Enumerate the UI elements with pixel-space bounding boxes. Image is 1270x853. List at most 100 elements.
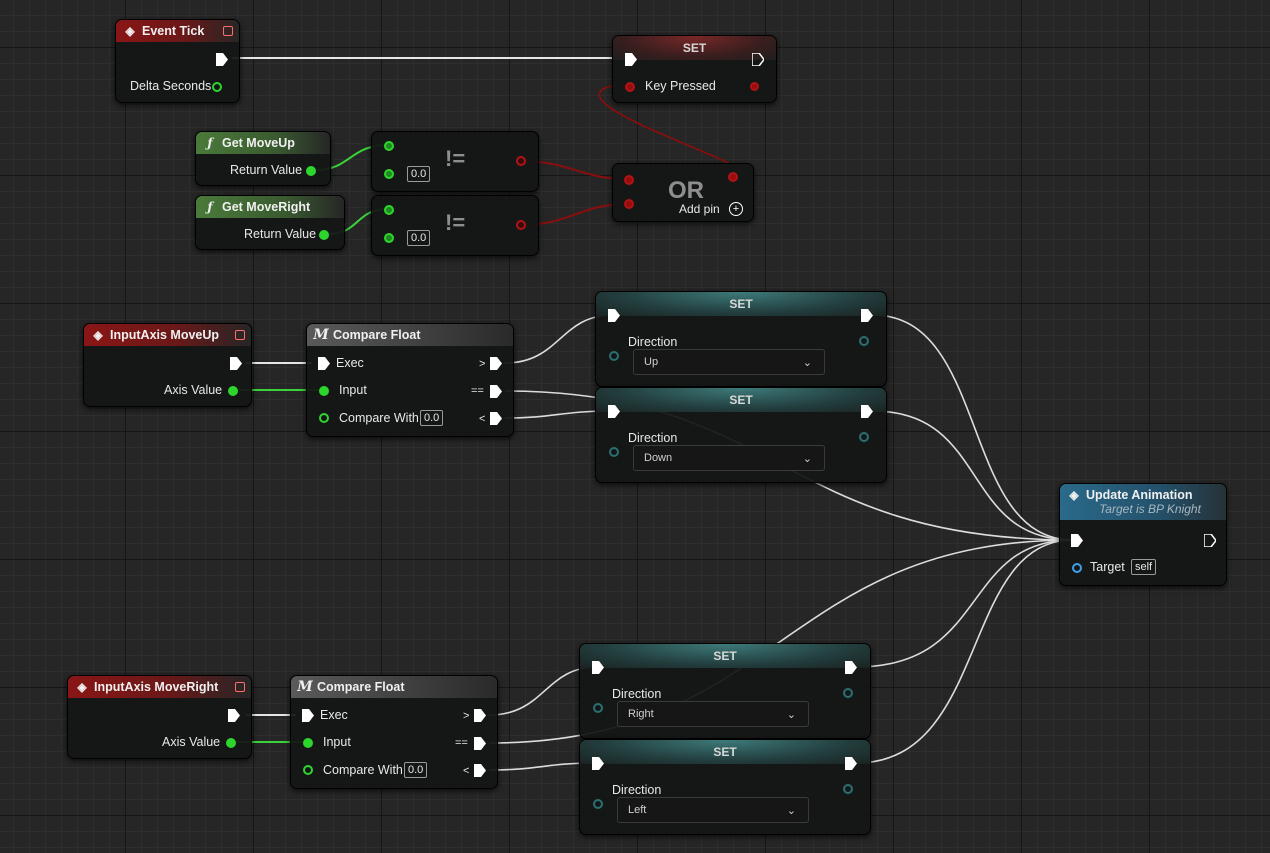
exec-out-pin[interactable] [230,357,242,370]
less-exec-out-pin[interactable] [490,412,502,425]
a-input-pin[interactable] [384,141,394,151]
set-key-pressed-node[interactable]: SET Key Pressed [612,35,777,103]
axis-value-pin[interactable] [228,386,238,396]
direction-out-pin[interactable] [843,784,853,794]
set-direction-right-node[interactable]: SET Direction Right ⌄ [579,643,871,739]
or-output-pin[interactable] [728,172,738,182]
input-axis-moveright-node[interactable]: ◈ InputAxis MoveRight Axis Value [67,675,252,759]
exec-out-pin[interactable] [845,757,857,770]
direction-dropdown[interactable]: Right ⌄ [617,701,809,727]
input-pin[interactable] [319,386,329,396]
delta-seconds-pin[interactable] [212,82,222,92]
greater-exec-out-pin[interactable] [490,357,502,370]
not-equal-node-2[interactable]: 0.0 != [371,195,539,256]
b-input-pin[interactable] [384,169,394,179]
exec-out-pin[interactable] [228,709,240,722]
get-moveright-node[interactable]: ƒ Get MoveRight Return Value [195,195,345,250]
exec-wire [872,314,1074,541]
macro-m-icon: M [313,327,329,343]
or-input-a-pin[interactable] [624,175,634,185]
not-equal-node-1[interactable]: 0.0 != [371,131,539,192]
input-axis-moveup-header[interactable]: ◈ InputAxis MoveUp [84,324,251,346]
return-value-label: Return Value [244,227,317,241]
chevron-down-icon: ⌄ [786,709,796,721]
direction-dropdown[interactable]: Left ⌄ [617,797,809,823]
direction-dropdown[interactable]: Up ⌄ [633,349,825,375]
get-moveup-header: ƒ Get MoveUp [196,132,330,154]
b-value-field[interactable]: 0.0 [407,166,431,182]
equal-label: == [455,737,468,749]
add-pin-label[interactable]: Add pin [679,202,720,216]
plus-circle-icon[interactable]: + [729,202,743,216]
exec-out-pin[interactable] [845,661,857,674]
return-value-pin[interactable] [306,166,316,176]
set-direction-left-node[interactable]: SET Direction Left ⌄ [579,739,871,835]
direction-dropdown[interactable]: Down ⌄ [633,445,825,471]
direction-in-pin[interactable] [609,447,619,457]
close-icon[interactable] [235,330,245,340]
or-node[interactable]: OR Add pin + [612,163,754,222]
set-direction-up-node[interactable]: SET Direction Up ⌄ [595,291,887,387]
event-tick-node[interactable]: ◈ Event Tick Delta Seconds [115,19,240,103]
exec-in-pin[interactable] [592,757,604,770]
exec-in-pin[interactable] [592,661,604,674]
key-pressed-in-pin[interactable] [625,82,635,92]
direction-in-pin[interactable] [593,703,603,713]
b-input-pin[interactable] [384,233,394,243]
get-moveright-header: ƒ Get MoveRight [196,196,344,218]
set-header: SET [580,644,870,668]
compare-with-value[interactable]: 0.0 [404,762,428,778]
exec-out-pin[interactable] [216,53,228,66]
compare-with-pin[interactable] [303,765,313,775]
compare-float-node-up[interactable]: M Compare Float Exec Input Compare With … [306,323,514,437]
a-input-pin[interactable] [384,205,394,215]
exec-out-pin[interactable] [861,309,873,322]
return-value-pin[interactable] [319,230,329,240]
input-axis-moveright-title: InputAxis MoveRight [94,680,219,694]
exec-out-pin[interactable] [752,53,764,66]
equal-exec-out-pin[interactable] [474,737,486,750]
axis-value-pin[interactable] [226,738,236,748]
equal-exec-out-pin[interactable] [490,385,502,398]
exec-in-pin[interactable] [302,709,314,722]
exec-out-pin[interactable] [1204,534,1216,547]
or-input-b-pin[interactable] [624,199,634,209]
get-moveup-node[interactable]: ƒ Get MoveUp Return Value [195,131,331,186]
result-out-pin[interactable] [516,220,526,230]
b-value-field[interactable]: 0.0 [407,230,431,246]
exec-in-pin[interactable] [1071,534,1083,547]
direction-label: Direction [628,431,678,445]
exec-out-pin[interactable] [861,405,873,418]
target-self-value[interactable]: self [1131,559,1157,575]
set-direction-down-node[interactable]: SET Direction Down ⌄ [595,387,887,483]
compare-with-value[interactable]: 0.0 [420,410,444,426]
compare-float-node-right[interactable]: M Compare Float Exec Input Compare With … [290,675,498,789]
update-animation-node[interactable]: ◈ Update Animation Target is BP Knight T… [1059,483,1227,586]
key-pressed-out-pin[interactable] [750,82,759,91]
event-tick-title: Event Tick [142,24,205,38]
close-icon[interactable] [235,682,245,692]
close-icon[interactable] [223,26,233,36]
direction-value: Down [644,452,673,464]
direction-in-pin[interactable] [593,799,603,809]
direction-out-pin[interactable] [843,688,853,698]
input-axis-moveright-header[interactable]: ◈ InputAxis MoveRight [68,676,251,698]
exec-in-pin[interactable] [608,309,620,322]
less-exec-out-pin[interactable] [474,764,486,777]
direction-out-pin[interactable] [859,432,869,442]
target-pin[interactable] [1072,563,1082,573]
greater-exec-out-pin[interactable] [474,709,486,722]
input-pin[interactable] [303,738,313,748]
exec-in-pin[interactable] [625,53,637,66]
input-axis-moveup-node[interactable]: ◈ InputAxis MoveUp Axis Value [83,323,252,407]
direction-out-pin[interactable] [859,336,869,346]
chevron-down-icon: ⌄ [786,805,796,817]
event-tick-header[interactable]: ◈ Event Tick [116,20,239,42]
direction-in-pin[interactable] [609,351,619,361]
exec-in-pin[interactable] [318,357,330,370]
diamond-event-icon: ◈ [125,24,135,38]
result-out-pin[interactable] [516,156,526,166]
compare-with-pin[interactable] [319,413,329,423]
exec-in-pin[interactable] [608,405,620,418]
not-equal-symbol: != [445,210,466,235]
